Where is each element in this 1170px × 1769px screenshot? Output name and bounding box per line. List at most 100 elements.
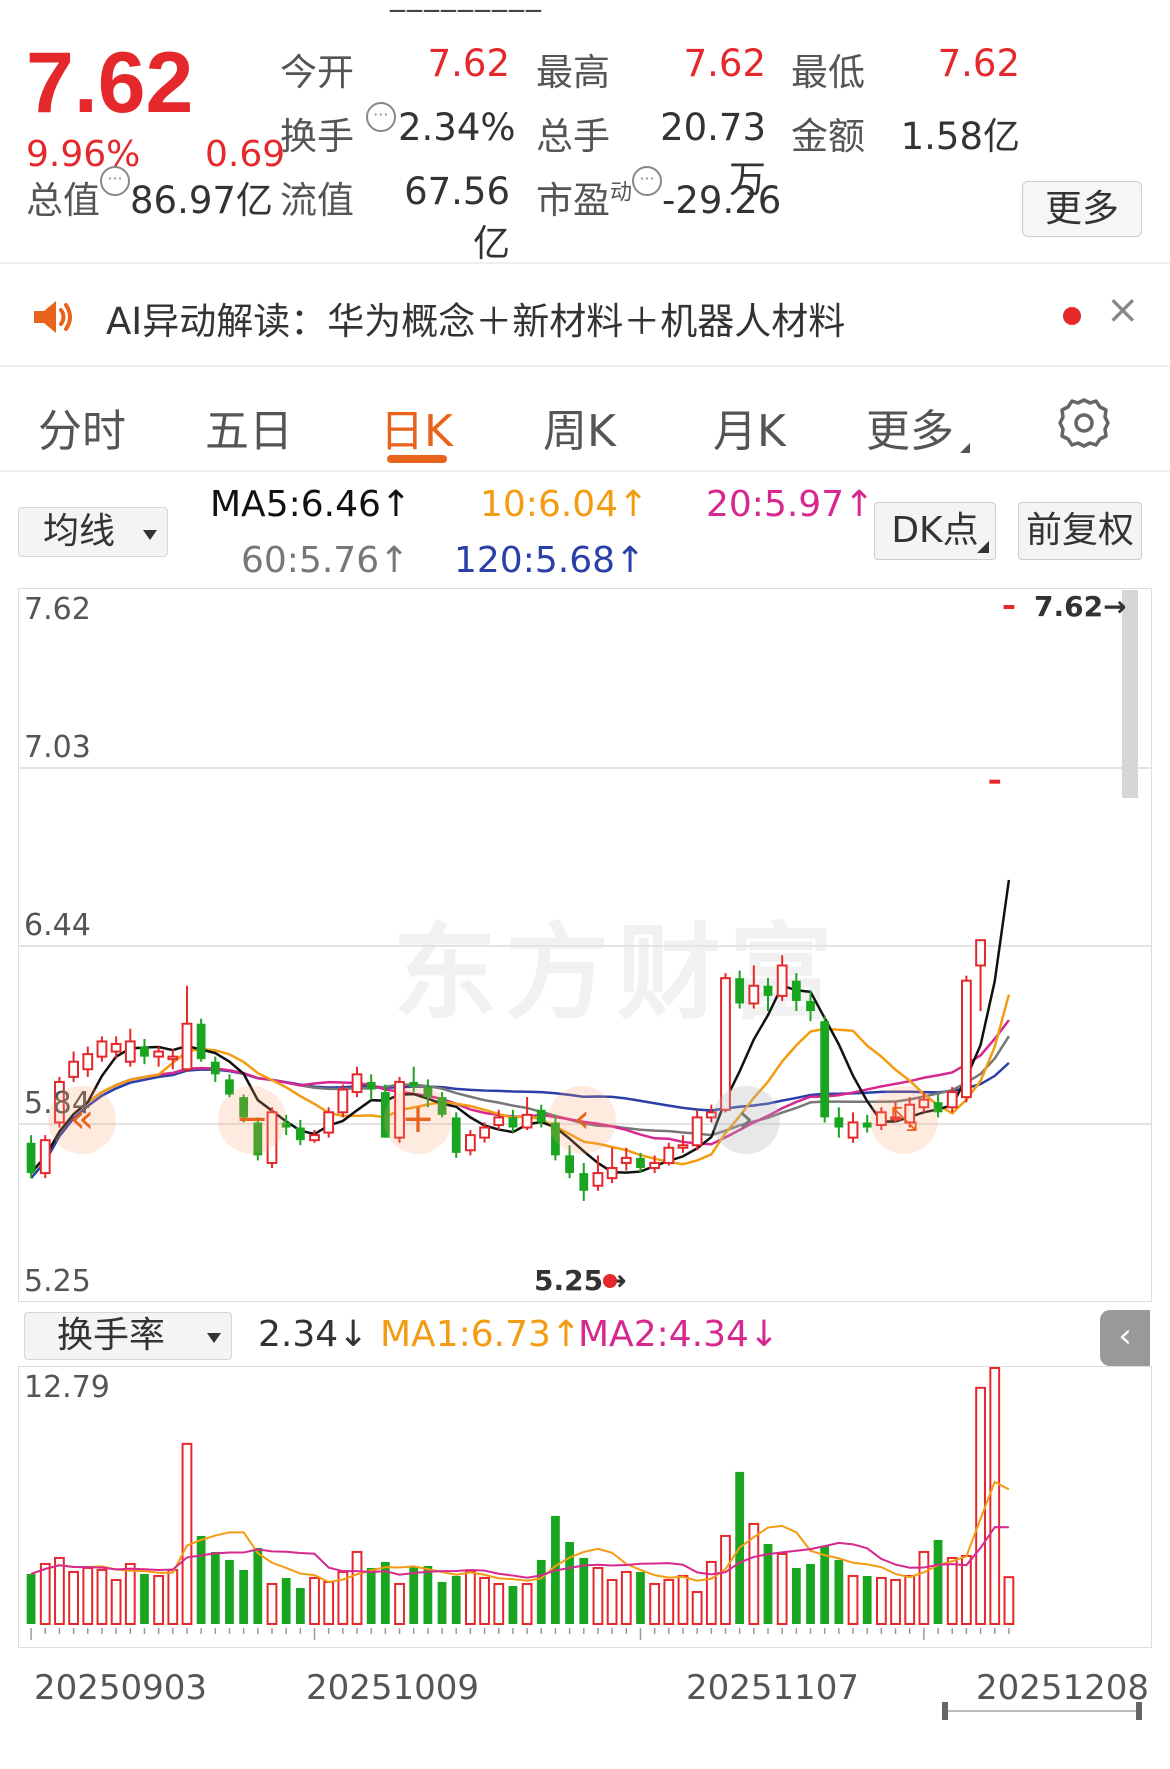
sub-indicator-selector[interactable]: 换手率 (24, 1312, 232, 1360)
close-icon[interactable]: × (1106, 287, 1140, 333)
turnover-bar-up (1003, 1576, 1015, 1625)
candle-body-up (975, 939, 986, 967)
turnover-bar-down (281, 1577, 291, 1624)
turnover-bar-down (253, 1547, 263, 1624)
turnover-bar-up (904, 1574, 916, 1625)
ai-insight-text[interactable]: AI异动解读：华为概念＋新材料＋机器人材料 (106, 291, 845, 345)
ellipsis-circle-icon[interactable]: ··· (100, 166, 130, 196)
candle-body-down (565, 1155, 574, 1174)
candle-body-up (493, 1116, 505, 1126)
ma5-value: MA5:6.46↑ (210, 484, 412, 525)
chevron-down-icon (143, 530, 157, 540)
tab-weekly-k[interactable]: 周K (543, 395, 616, 459)
turnover-bar-up (720, 1534, 731, 1625)
fullscreen-button[interactable]: ⤡ (870, 1086, 938, 1154)
turnover-bar-down (210, 1551, 220, 1624)
tab-more[interactable]: 更多 (866, 395, 970, 459)
chevron-right-icon: › (738, 1096, 754, 1142)
candle-body-down (735, 978, 745, 1004)
turnover-bar-up (592, 1566, 604, 1626)
candle-body-down (820, 1021, 830, 1118)
period-tabs: 分时 五日 日K 周K 月K 更多 (0, 367, 1170, 470)
pe-label: 市盈动···-29.26 (536, 166, 781, 224)
turnover-bar-up (890, 1578, 901, 1625)
candle-body-down (536, 1109, 546, 1123)
ma10-line (30, 994, 1011, 1174)
candle-body-down (791, 980, 801, 1001)
turnover-bar-up (918, 1550, 930, 1626)
candle-body-up (946, 1091, 958, 1109)
candle-body-down (295, 1127, 305, 1141)
low-label: 最低 (791, 51, 865, 94)
candle-body-up (309, 1134, 320, 1142)
turnover-bar-up (875, 1576, 887, 1625)
more-quote-button[interactable]: 更多 (1022, 181, 1142, 237)
divider (0, 262, 1170, 264)
ellipsis-circle-icon[interactable]: ··· (365, 102, 396, 132)
turnover-chart[interactable]: 12.79 (18, 1366, 1152, 1648)
tab-five-day[interactable]: 五日 (205, 395, 293, 459)
tab-monthly-k[interactable]: 月K (713, 395, 786, 459)
candle-body-down (763, 985, 773, 996)
rewind-button[interactable]: « (48, 1086, 116, 1154)
turnover-bar-down (636, 1571, 645, 1624)
tab-intraday[interactable]: 分时 (38, 395, 126, 459)
candle-body-up (82, 1053, 94, 1071)
ma20-line (30, 1019, 1010, 1174)
ai-insight-bar[interactable]: AI异动解读：华为概念＋新材料＋机器人材料 × (0, 265, 1170, 365)
kline-chart[interactable]: 东方财富 7.62 7.03 6.44 5.84 5.25 7.62→ 5.25… (18, 588, 1152, 1302)
turnover-bar-up (394, 1582, 405, 1625)
turnover-bar-down (536, 1559, 546, 1624)
sub-indicator-row: 换手率 2.34↓ MA1:6.73↑ MA2:4.34↓ ‹ (0, 1306, 1170, 1366)
candle-body-up (96, 1040, 108, 1058)
forward-adjust-button[interactable]: 前复权 (1018, 502, 1142, 560)
candle-body-up (1003, 605, 1015, 609)
turnover-bar-up (309, 1576, 320, 1625)
turnover-bar-down (225, 1559, 234, 1624)
expand-arrows-icon: ⤡ (890, 1099, 918, 1139)
candle-body-up (961, 979, 972, 1099)
open-value: 7.62 (427, 42, 510, 85)
indicator-selector[interactable]: 均线 (18, 507, 168, 557)
turnover-rate-value: 2.34↓ (258, 1314, 369, 1355)
ma5-line (30, 879, 1011, 1174)
amount-label: 金额 (791, 115, 865, 158)
volume-label: 总手 (536, 115, 610, 158)
zoom-out-button[interactable]: − (218, 1086, 286, 1154)
turnover-bar-down (565, 1541, 574, 1624)
float-label: 流值 (280, 179, 354, 222)
candle-body-down (579, 1173, 589, 1191)
collapse-panel-button[interactable]: ‹ (1100, 1310, 1150, 1366)
ellipsis-circle-icon[interactable]: ··· (632, 166, 663, 196)
turnover-bar-up (153, 1574, 165, 1625)
candle-body-up (68, 1060, 79, 1078)
gear-icon[interactable] (1058, 397, 1110, 449)
turnover-bar-down (239, 1569, 249, 1624)
turnover-ma2: MA2:4.34↓ (578, 1314, 780, 1355)
turnover-bar-up (606, 1578, 618, 1625)
tab-daily-k[interactable]: 日K (380, 395, 453, 459)
turnover-bar-up (39, 1562, 51, 1626)
turnover-bar-up (677, 1574, 689, 1625)
candle-body-up (521, 1113, 533, 1129)
turnover-bar-up (776, 1552, 788, 1625)
candle-body-up (479, 1126, 490, 1139)
y-label-3: 6.44 (24, 908, 91, 943)
turnover-bar-down (437, 1581, 447, 1624)
candle-body-up (592, 1172, 604, 1187)
zoom-in-button[interactable]: + (384, 1086, 452, 1154)
turnover-bar-up (521, 1582, 533, 1625)
candle-body-up (153, 1050, 165, 1058)
float-value: 67.56亿 (404, 170, 510, 265)
next-button[interactable]: › (712, 1086, 780, 1154)
turnover-bar-down (820, 1545, 830, 1624)
dk-point-button[interactable]: DK点 (874, 502, 996, 560)
turnover-bar-up (663, 1578, 675, 1625)
y-label-2: 7.03 (24, 730, 91, 765)
prev-button[interactable]: ‹ (548, 1086, 616, 1154)
turnover-bar-up (649, 1582, 661, 1625)
turnover-bar-up (946, 1556, 958, 1625)
candle-body-down (366, 1081, 376, 1090)
quote-panel: 7.62 9.96% 0.69 今开 7.62 最高 7.62 最低 7.62 … (0, 18, 1170, 265)
turnover-bar-down (140, 1573, 149, 1624)
